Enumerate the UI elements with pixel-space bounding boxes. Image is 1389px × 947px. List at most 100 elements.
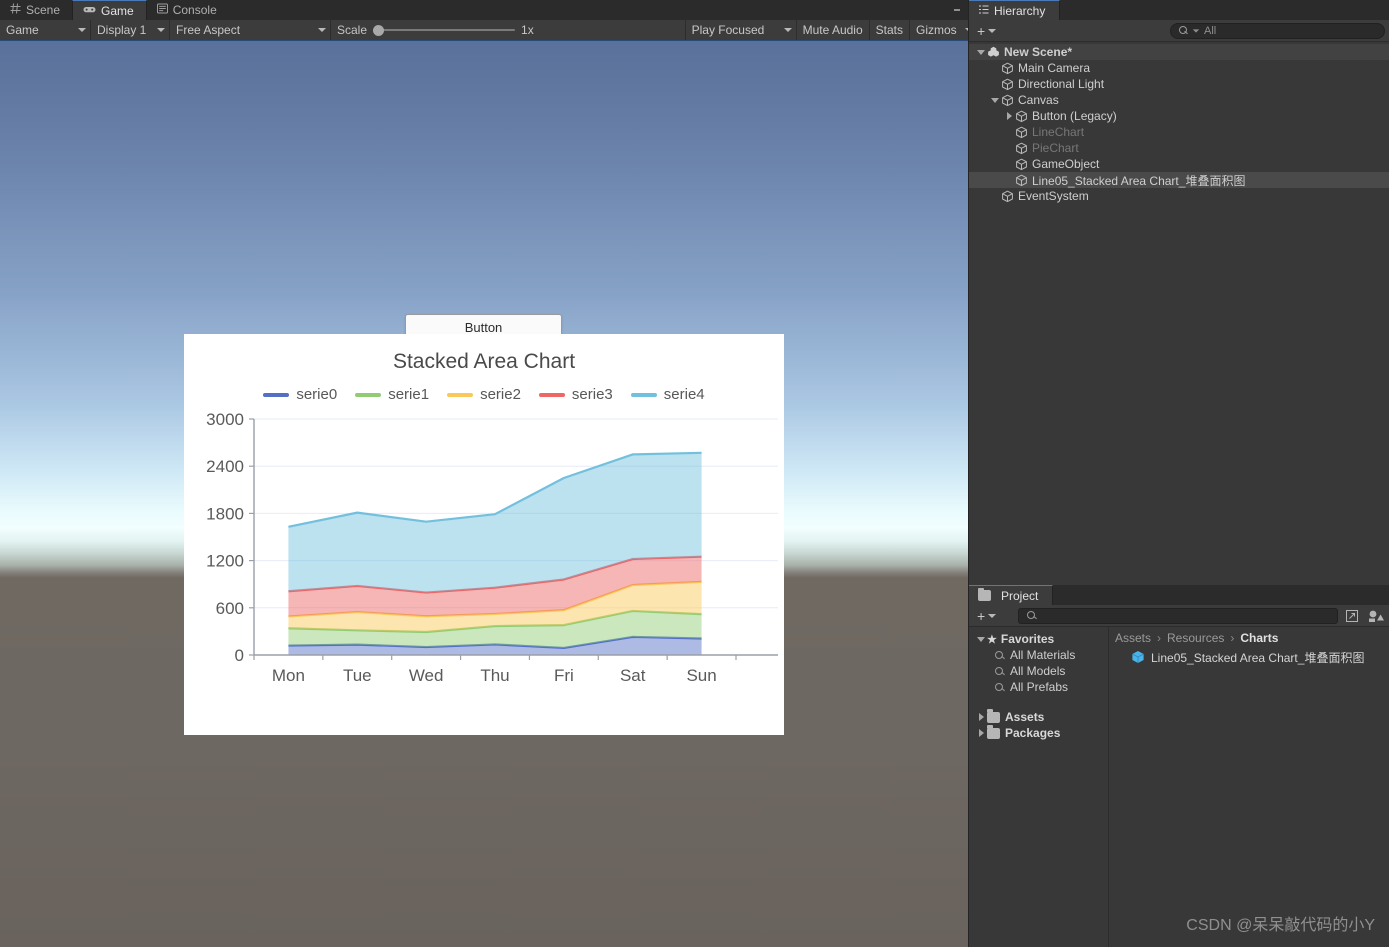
hierarchy-search-input[interactable]: All (1169, 22, 1386, 39)
chevron-down-icon (988, 613, 997, 618)
x-tick-label: Mon (272, 666, 305, 685)
legend-label: serie2 (480, 386, 521, 403)
scale-control[interactable]: Scale 1x (331, 20, 545, 40)
hierarchy-item-label: EventSystem (1018, 189, 1089, 203)
legend-item-serie2[interactable]: serie2 (447, 386, 521, 403)
gizmos-label: Gizmos (916, 23, 957, 37)
breadcrumb[interactable]: Assets › Resources › Charts (1109, 627, 1389, 647)
project-panel: Project + ★ Favorites All Materials All … (969, 585, 1389, 947)
project-search-input[interactable] (1018, 607, 1338, 624)
legend-item-serie3[interactable]: serie3 (538, 386, 613, 403)
chevron-down-icon (157, 28, 165, 32)
project-tree-item[interactable]: All Prefabs (969, 679, 1108, 695)
y-tick-label: 1800 (206, 504, 244, 523)
gizmos-dropdown[interactable]: Gizmos (910, 20, 973, 40)
tab-scene-label: Scene (26, 3, 61, 17)
legend-swatch-icon (630, 392, 657, 397)
hierarchy-item[interactable]: GameObject (969, 156, 1389, 172)
stacked-area-chart[interactable]: Stacked Area Chart serie0 serie1 serie2 ser… (184, 334, 784, 735)
chart-x-tick-labels: Mon Tue Wed Thu Fri Sat Sun (272, 666, 717, 685)
hierarchy-item[interactable]: Line05_Stacked Area Chart_堆叠面积图 (969, 172, 1389, 188)
display-dropdown[interactable]: Display 1 (91, 20, 169, 40)
tab-project[interactable]: Project (969, 585, 1054, 605)
plus-icon: + (977, 607, 986, 624)
chevron-right-icon[interactable] (975, 709, 987, 725)
stats-button[interactable]: Stats (870, 20, 909, 40)
chart-legend[interactable]: serie0 serie1 serie2 serie3 serie4 (184, 386, 784, 403)
in-game-button-label: Button (464, 320, 503, 335)
aspect-ratio-dropdown[interactable]: Free Aspect (170, 20, 330, 40)
hierarchy-item-label: Line05_Stacked Area Chart_堆叠面积图 (1032, 173, 1246, 188)
chevron-right-icon[interactable] (975, 725, 987, 741)
hierarchy-item[interactable]: Button (Legacy) (969, 108, 1389, 124)
legend-item-serie1[interactable]: serie1 (355, 386, 429, 403)
gameobject-icon (1002, 62, 1013, 74)
chevron-down-icon[interactable] (975, 631, 987, 647)
project-tree-item[interactable]: All Materials (969, 647, 1108, 663)
more-options-icon[interactable] (954, 0, 960, 20)
game-view-toolbar: Game Display 1 Free Aspect Scale 1x Play… (0, 20, 973, 41)
tab-game[interactable]: Game (72, 0, 147, 20)
play-mode-dropdown[interactable]: Play Focused (686, 20, 796, 40)
gameobject-icon (1002, 78, 1013, 90)
hierarchy-search-placeholder: All (1203, 24, 1217, 37)
chevron-down-icon[interactable] (975, 44, 987, 60)
tab-console-label: Console (172, 3, 217, 17)
chevron-down-icon (318, 28, 326, 32)
chevron-right-icon[interactable] (1003, 108, 1015, 124)
search-icon (995, 650, 1004, 660)
open-in-new-icon[interactable] (1342, 607, 1362, 624)
unity-editor-window: Scene Game Console Game Display 1 Free A… (0, 0, 1389, 947)
project-tree-item[interactable]: Assets (969, 709, 1108, 725)
tab-hierarchy[interactable]: Hierarchy (969, 0, 1061, 20)
project-tree[interactable]: ★ Favorites All Materials All Models All Pre… (969, 627, 1109, 947)
legend-swatch-icon (355, 392, 382, 397)
hierarchy-item[interactable]: LineChart (969, 124, 1389, 140)
project-tree-item[interactable]: ★ Favorites (969, 631, 1108, 647)
target-display-dropdown[interactable]: Game (0, 20, 90, 40)
asset-item[interactable]: Line05_Stacked Area Chart_堆叠面积图 (1109, 647, 1389, 665)
project-content[interactable]: Assets › Resources › Charts Line05_Stacked A… (1109, 627, 1389, 947)
hierarchy-item[interactable]: New Scene* (969, 44, 1389, 60)
game-render-area[interactable]: Button Stacked Area Chart serie0 serie1 se… (0, 41, 968, 947)
chevron-down-icon (1192, 28, 1200, 33)
legend-label: serie4 (663, 386, 705, 403)
hierarchy-item-label: Canvas (1018, 93, 1059, 107)
search-icon (1027, 611, 1036, 620)
chevron-down-icon (78, 28, 86, 32)
mute-audio-button[interactable]: Mute Audio (797, 20, 869, 40)
scale-slider[interactable] (373, 23, 516, 37)
gameobject-icon (1016, 158, 1027, 170)
hierarchy-add-button[interactable]: + (973, 22, 1000, 40)
breadcrumb-crumb[interactable]: Assets (1115, 631, 1151, 645)
aspect-ratio-label: Free Aspect (176, 23, 241, 37)
project-add-button[interactable]: + (973, 607, 1000, 625)
breadcrumb-crumb[interactable]: Charts (1240, 631, 1278, 645)
tab-console[interactable]: Console (146, 0, 229, 20)
hierarchy-tree[interactable]: New Scene* Main Camera Directional Light Ca… (969, 42, 1389, 607)
hierarchy-item[interactable]: EventSystem (969, 188, 1389, 204)
hierarchy-item[interactable]: PieChart (969, 140, 1389, 156)
watermark: CSDN @呆呆敲代码的小Y (1186, 917, 1375, 934)
x-tick-label: Wed (409, 666, 444, 685)
project-tree-item[interactable]: Packages (969, 725, 1108, 741)
chart-areas (288, 451, 702, 655)
project-body: ★ Favorites All Materials All Models All Pre… (969, 627, 1389, 947)
hierarchy-item[interactable]: Canvas (969, 92, 1389, 108)
hierarchy-item[interactable]: Main Camera (969, 60, 1389, 76)
breadcrumb-crumb[interactable]: Resources (1167, 631, 1224, 645)
asset-list[interactable]: Line05_Stacked Area Chart_堆叠面积图 (1109, 647, 1389, 665)
legend-item-serie0[interactable]: serie0 (263, 386, 337, 403)
stats-label: Stats (875, 23, 903, 37)
hierarchy-item[interactable]: Directional Light (969, 76, 1389, 92)
project-tree-item[interactable]: All Models (969, 663, 1108, 679)
chevron-down-icon[interactable] (989, 92, 1001, 108)
tab-scene[interactable]: Scene (0, 0, 73, 20)
hierarchy-item-label: Button (Legacy) (1032, 109, 1117, 123)
slider-knob[interactable] (373, 24, 385, 36)
tab-hierarchy-label: Hierarchy (994, 3, 1046, 18)
legend-item-serie4[interactable]: serie4 (630, 386, 705, 403)
asset-filter-icon[interactable] (1366, 607, 1386, 624)
